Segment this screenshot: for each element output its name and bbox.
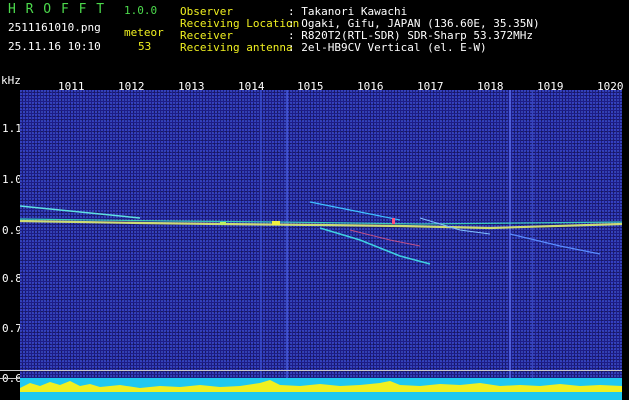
interference-stripe — [286, 90, 288, 378]
guide-line — [0, 370, 622, 371]
interference-stripe — [532, 90, 533, 378]
meteor-echo — [319, 227, 431, 265]
file-name: 2511161010.png — [8, 21, 101, 34]
interference-stripe — [260, 90, 262, 378]
y-axis-unit: kHz — [1, 74, 21, 87]
amplitude-trace — [20, 380, 622, 392]
freq-label: 1.0 — [2, 173, 22, 186]
antenna-value: : 2el-HB9CV Vertical (el. E-W) — [288, 41, 487, 54]
meteor-echo — [509, 233, 601, 255]
meteor-echo — [20, 205, 141, 219]
freq-label: 0.9 — [2, 224, 22, 237]
echo-spot — [272, 221, 280, 225]
app-version: 1.0.0 — [124, 4, 158, 17]
date-time: 25.11.16 10:10 — [8, 40, 101, 53]
freq-label: 0.8 — [2, 272, 22, 285]
spectrogram-traces — [20, 90, 622, 378]
header-panel: H R O F F T 1.0.0 2511161010.png meteor … — [0, 0, 629, 74]
freq-label: 0.7 — [2, 322, 22, 335]
spectrogram — [20, 90, 622, 378]
count-value: 53 — [138, 40, 152, 53]
meteor-echo — [349, 229, 421, 247]
count-label: meteor — [124, 26, 164, 39]
meteor-echo — [309, 201, 401, 221]
freq-label: 1.1 — [2, 122, 22, 135]
antenna-label: Receiving antenna — [180, 41, 293, 54]
app-title: H R O F F T — [8, 2, 106, 17]
echo-spot — [220, 222, 226, 225]
echo-spot — [392, 218, 395, 224]
